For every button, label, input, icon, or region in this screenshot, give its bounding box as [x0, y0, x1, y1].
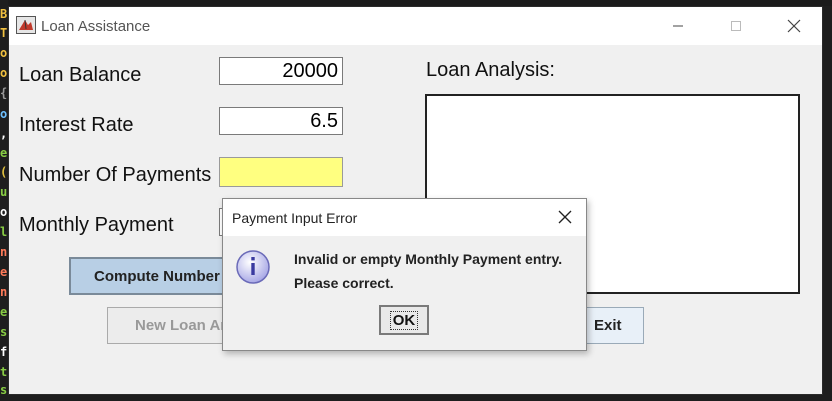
editor-char: , [0, 127, 8, 141]
window-titlebar[interactable]: Loan Assistance [9, 7, 822, 45]
editor-char: t [0, 365, 8, 379]
editor-char: e [0, 305, 8, 319]
compute-button-label: Compute Number [94, 267, 220, 285]
dialog-close-icon[interactable] [558, 210, 572, 224]
info-icon [236, 250, 270, 284]
editor-char: n [0, 285, 8, 299]
close-icon [787, 19, 801, 33]
ok-button[interactable]: OK [379, 305, 429, 335]
editor-char: o [0, 46, 8, 60]
loan-balance-label: Loan Balance [19, 64, 142, 86]
dialog-title: Payment Input Error [232, 210, 358, 226]
editor-char: l [0, 225, 8, 239]
interest-rate-label: Interest Rate [19, 114, 134, 136]
editor-char: f [0, 345, 8, 359]
exit-button[interactable]: Exit [579, 307, 644, 344]
editor-char: o [0, 107, 8, 121]
dialog-titlebar[interactable]: Payment Input Error [223, 199, 586, 236]
interest-rate-field[interactable]: 6.5 [219, 107, 343, 135]
editor-char: o [0, 205, 8, 219]
minimize-icon [673, 25, 683, 27]
editor-char: s [0, 383, 8, 397]
background-editor-strip: B T o o { o , e ( u o l n e n e s f t s [0, 0, 8, 401]
editor-char: B [0, 7, 8, 21]
ok-button-label: OK [389, 310, 419, 330]
java-app-icon [16, 16, 36, 34]
editor-char: o [0, 66, 8, 80]
editor-char: n [0, 245, 8, 259]
editor-char: s [0, 325, 8, 339]
close-button[interactable] [771, 7, 817, 45]
compute-button[interactable]: Compute Number [69, 257, 229, 295]
dialog-message-line1: Invalid or empty Monthly Payment entry. [294, 251, 563, 267]
loan-analysis-label: Loan Analysis: [426, 59, 555, 81]
editor-char: e [0, 265, 8, 279]
new-loan-button-label: New Loan An [135, 317, 230, 334]
loan-balance-field[interactable]: 20000 [219, 57, 343, 85]
editor-char: { [0, 86, 8, 100]
monthly-payment-label: Monthly Payment [19, 214, 174, 236]
window-title: Loan Assistance [41, 18, 151, 35]
editor-char: ( [0, 165, 8, 179]
payment-input-error-dialog: Payment Input Error Invalid or empty Mon… [222, 198, 587, 351]
minimize-button[interactable] [655, 7, 701, 45]
exit-button-label: Exit [594, 317, 622, 334]
number-of-payments-field[interactable] [219, 157, 343, 187]
new-loan-analysis-button[interactable]: New Loan An [107, 307, 237, 344]
editor-char: T [0, 26, 8, 40]
dialog-message-line2: Please correct. [294, 275, 394, 291]
editor-char: u [0, 185, 8, 199]
maximize-icon [731, 21, 741, 31]
maximize-button[interactable] [713, 7, 759, 45]
editor-char: e [0, 146, 8, 160]
number-of-payments-label: Number Of Payments [19, 164, 212, 186]
